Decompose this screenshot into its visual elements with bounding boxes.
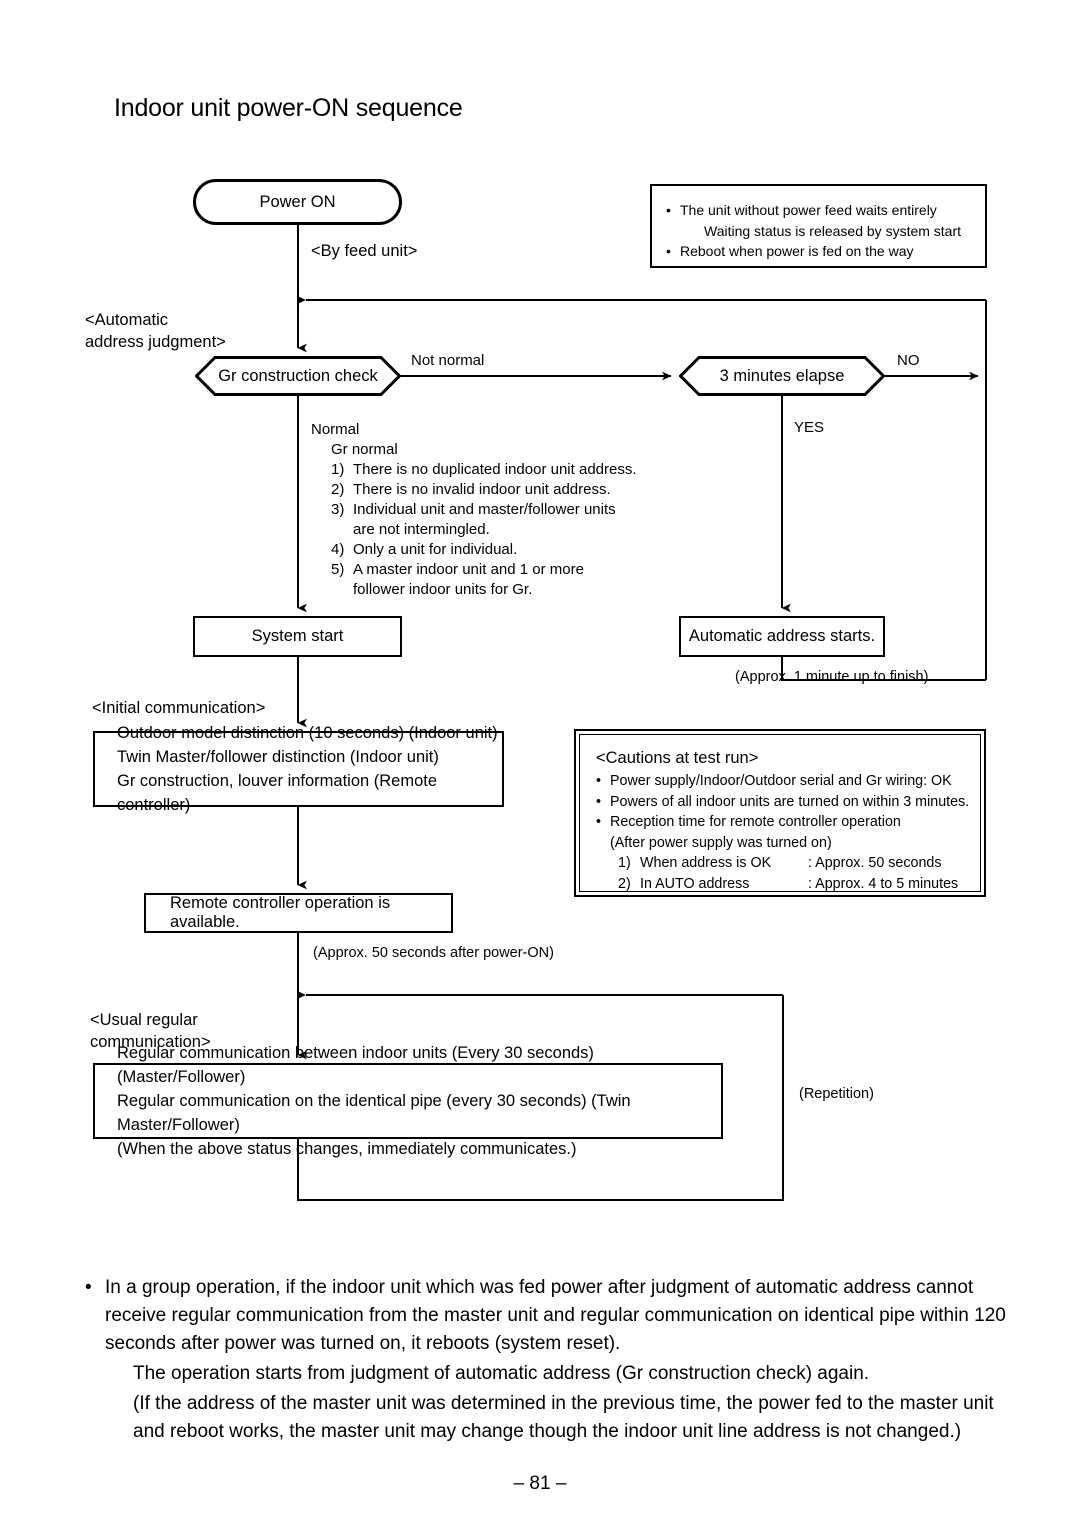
regular-line-1: Regular communication between indoor uni… bbox=[117, 1043, 594, 1086]
node-remote-controller-available[interactable]: Remote controller operation is available… bbox=[144, 893, 453, 933]
bullet-icon: • bbox=[85, 1277, 92, 1298]
edge-label-approx-1-minute: (Approx. 1 minute up to finish) bbox=[735, 669, 929, 685]
node-remote-controller-label: Remote controller operation is available… bbox=[170, 894, 391, 931]
node-system-start[interactable]: System start bbox=[193, 616, 402, 657]
normal-list-header: Normal bbox=[311, 421, 360, 438]
node-automatic-address-starts-label: Automatic address starts. bbox=[688, 627, 876, 645]
cautions-bullet: • Power supply/Indoor/Outdoor serial and … bbox=[596, 771, 964, 792]
page-number: – 81 – bbox=[513, 1473, 567, 1494]
cautions-inner: <Cautions at test run> • Power supply/Ind… bbox=[579, 734, 981, 892]
initial-line-1: Outdoor model distinction (10 seconds) (… bbox=[117, 723, 498, 742]
node-regular-communication-text: Regular communication between indoor uni… bbox=[95, 1041, 721, 1161]
list-item: 2) There is no invalid indoor unit addre… bbox=[311, 480, 637, 500]
node-initial-communication[interactable]: Outdoor model distinction (10 seconds) (… bbox=[93, 724, 504, 814]
list-item-text: There is no duplicated indoor unit addre… bbox=[353, 461, 637, 479]
list-item-number: 5) bbox=[331, 561, 345, 579]
list-item-continuation: follower indoor units for Gr. bbox=[353, 581, 533, 599]
list-item-number: 3) bbox=[331, 501, 345, 519]
node-system-start-label: System start bbox=[251, 627, 344, 645]
footer-paragraph-1-text: In a group operation, if the indoor unit… bbox=[105, 1277, 1006, 1354]
node-three-minutes-elapse[interactable]: 3 minutes elapse bbox=[679, 356, 885, 396]
cautions-item-value: : Approx. 50 seconds bbox=[808, 855, 942, 872]
footer-paragraph-1: • In a group operation, if the indoor un… bbox=[85, 1274, 1015, 1358]
footer-paragraph-2: The operation starts from judgment of au… bbox=[133, 1362, 870, 1384]
list-item-number: 2) bbox=[331, 481, 345, 499]
cautions-item-number: 1) bbox=[618, 855, 631, 872]
node-automatic-address-starts[interactable]: Automatic address starts. bbox=[679, 616, 885, 657]
bullet-icon: • bbox=[596, 773, 602, 789]
cautions-numbered-item: 1) When address is OK : Approx. 50 secon… bbox=[596, 853, 964, 874]
regular-line-2: Regular communication on the identical p… bbox=[117, 1091, 631, 1135]
initial-line-2: Twin Master/follower distinction (Indoor… bbox=[117, 747, 439, 766]
node-power-on-label: Power ON bbox=[259, 192, 336, 211]
cautions-title: <Cautions at test run> bbox=[596, 749, 759, 767]
footer-paragraph-3: (If the address of the master unit was d… bbox=[133, 1392, 994, 1442]
edge-label-approx-50-seconds: (Approx. 50 seconds after power-ON) bbox=[313, 945, 554, 961]
note-cautions-at-test-run: <Cautions at test run> • Power supply/Ind… bbox=[574, 729, 986, 897]
list-item-text: Individual unit and master/follower unit… bbox=[353, 501, 616, 519]
list-item-number: 1) bbox=[331, 461, 345, 479]
list-item: 5) A master indoor unit and 1 or more bbox=[311, 560, 637, 580]
regular-line-3: (When the above status changes, immediat… bbox=[117, 1140, 577, 1159]
edge-label-not-normal: Not normal bbox=[411, 352, 485, 369]
node-three-minutes-elapse-label: 3 minutes elapse bbox=[719, 366, 845, 385]
cautions-bullet: • Reception time for remote controller op… bbox=[596, 812, 964, 833]
normal-list-subheader: Gr normal bbox=[331, 441, 398, 459]
node-power-on[interactable]: Power ON bbox=[193, 179, 402, 225]
list-item-text: Only a unit for individual. bbox=[353, 541, 518, 559]
section-label-line-2: address judgment> bbox=[85, 333, 226, 352]
edge-label-by-feed-unit: <By feed unit> bbox=[311, 242, 418, 260]
edge-label-yes: YES bbox=[794, 419, 825, 436]
cautions-sub-note: (After power supply was turned on) bbox=[610, 834, 832, 851]
page-title: Indoor unit power-ON sequence bbox=[114, 94, 463, 122]
bullet-icon: • bbox=[666, 202, 671, 218]
bullet-icon: • bbox=[596, 793, 602, 810]
list-item: 1) There is no duplicated indoor unit ad… bbox=[311, 460, 637, 480]
document-page: Indoor unit power-ON sequence Power ON •… bbox=[0, 0, 1080, 1525]
initial-line-3: Gr construction, louver information (Rem… bbox=[117, 772, 438, 815]
cautions-item-number: 2) bbox=[618, 875, 631, 892]
node-gr-construction-check[interactable]: Gr construction check bbox=[195, 356, 401, 396]
section-label-line-1: <Automatic bbox=[85, 311, 168, 329]
note-line-3: • Reboot when power is fed on the way bbox=[666, 241, 975, 262]
edge-label-no: NO bbox=[897, 352, 920, 369]
node-regular-communication[interactable]: Regular communication between indoor uni… bbox=[93, 1044, 723, 1158]
list-item-text: There is no invalid indoor unit address. bbox=[353, 481, 611, 499]
section-label-initial-communication: <Initial communication> bbox=[92, 699, 266, 717]
node-initial-communication-text: Outdoor model distinction (10 seconds) (… bbox=[95, 721, 502, 817]
node-gr-construction-check-label: Gr construction check bbox=[218, 366, 378, 385]
note-power-feed: • The unit without power feed waits entir… bbox=[650, 184, 987, 268]
list-item: 4) Only a unit for individual. bbox=[311, 540, 637, 560]
list-item-continuation: are not intermingled. bbox=[353, 521, 490, 539]
footer-notes: • In a group operation, if the indoor un… bbox=[85, 1274, 1015, 1446]
cautions-bullet: • Powers of all indoor units are turned o… bbox=[596, 792, 969, 813]
edge-label-repetition: (Repetition) bbox=[799, 1086, 874, 1102]
cautions-numbered-item: 2) In AUTO address : Approx. 4 to 5 minu… bbox=[596, 874, 964, 895]
cautions-item-label: In AUTO address bbox=[640, 875, 750, 892]
normal-conditions-list: Normal Gr normal 1) There is no duplicat… bbox=[311, 420, 637, 600]
cautions-item-value: : Approx. 4 to 5 minutes bbox=[808, 875, 959, 892]
list-item-text: A master indoor unit and 1 or more bbox=[353, 561, 584, 579]
list-item: 3) Individual unit and master/follower u… bbox=[311, 500, 637, 520]
cautions-item-label: When address is OK bbox=[640, 855, 772, 872]
note-line-2: Waiting status is released by system sta… bbox=[704, 222, 962, 239]
section-label-automatic-address-judgment: <Automatic address judgment> bbox=[85, 309, 226, 354]
section-label-line-1: <Usual regular bbox=[90, 1011, 198, 1029]
list-item-number: 4) bbox=[331, 541, 345, 559]
bullet-icon: • bbox=[596, 814, 602, 831]
bullet-icon: • bbox=[666, 243, 671, 260]
note-line-1: • The unit without power feed waits entir… bbox=[666, 200, 975, 221]
